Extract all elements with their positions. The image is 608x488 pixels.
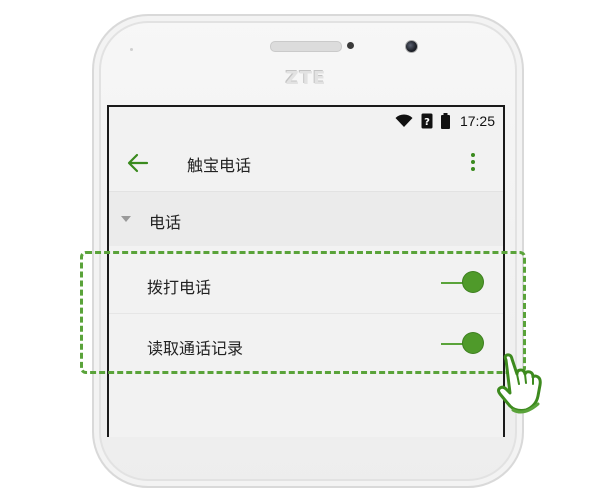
more-vert-icon[interactable] [467, 153, 479, 173]
hand-tap-icon [497, 353, 542, 414]
svg-text:?: ? [424, 117, 430, 128]
signal-icon: ? [421, 113, 433, 129]
wifi-icon [395, 114, 413, 127]
arrow-left-icon[interactable] [127, 153, 149, 173]
page-title: 触宝电话 [187, 156, 252, 175]
status-bar: ? 17:25 [109, 107, 503, 135]
highlight-annotation [80, 251, 526, 374]
category-label: 电话 [149, 213, 182, 232]
front-mic-dot [130, 48, 133, 51]
earpiece-speaker [270, 41, 342, 52]
proximity-sensor [347, 42, 354, 49]
status-time: 17:25 [459, 113, 495, 129]
front-camera [405, 40, 418, 53]
category-header[interactable]: 电话 [109, 191, 503, 246]
app-bar: 触宝电话 [109, 135, 503, 191]
brand-logo: ZTE [285, 68, 327, 89]
battery-icon [440, 113, 450, 129]
caret-down-icon [121, 216, 131, 222]
